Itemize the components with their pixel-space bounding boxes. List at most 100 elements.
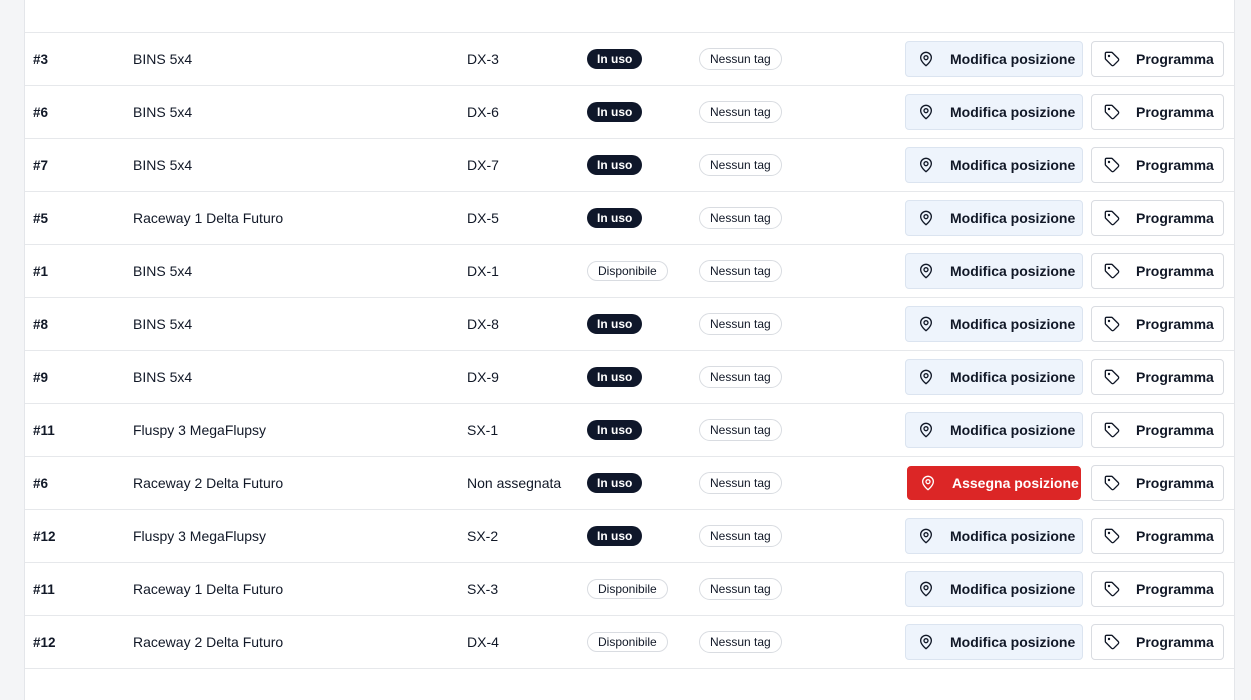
program-button[interactable]: Programma xyxy=(1091,253,1224,289)
program-button[interactable]: Programma xyxy=(1091,306,1224,342)
program-button[interactable]: Programma xyxy=(1091,412,1224,448)
map-pin-icon xyxy=(918,210,934,226)
position-button-label: Modifica posizione xyxy=(950,316,1076,332)
basket-number: #5 xyxy=(33,210,49,226)
program-button-label: Programma xyxy=(1136,316,1214,332)
basket-number: #9 xyxy=(33,369,49,385)
assign-position-button[interactable]: Assegna posizione xyxy=(907,466,1081,500)
program-button[interactable]: Programma xyxy=(1091,359,1224,395)
status-badge: In uso xyxy=(587,49,643,69)
program-button-label: Programma xyxy=(1136,51,1214,67)
position-button-label: Assegna posizione xyxy=(952,475,1079,491)
table-row: #11 Raceway 1 Delta Futuro SX-3 Disponib… xyxy=(25,563,1234,616)
basket-number: #6 xyxy=(33,475,49,491)
basket-number: #3 xyxy=(33,51,49,67)
status-badge: In uso xyxy=(587,473,643,493)
flupsy-name: BINS 5x4 xyxy=(133,263,193,279)
flupsy-name: Raceway 1 Delta Futuro xyxy=(133,581,284,597)
program-button[interactable]: Programma xyxy=(1091,465,1224,501)
position-button-label: Modifica posizione xyxy=(950,369,1076,385)
basket-number: #7 xyxy=(33,157,49,173)
table-row: #5 Raceway 1 Delta Futuro DX-5 In uso Ne… xyxy=(25,192,1234,245)
map-pin-icon xyxy=(918,263,934,279)
program-button[interactable]: Programma xyxy=(1091,200,1224,236)
basket-number: #11 xyxy=(33,422,55,438)
map-pin-icon xyxy=(920,475,936,491)
tag-badge: Nessun tag xyxy=(699,525,782,547)
program-button-label: Programma xyxy=(1136,104,1214,120)
map-pin-icon xyxy=(918,634,934,650)
position-button[interactable]: Modifica posizione xyxy=(905,518,1083,554)
position-button-label: Modifica posizione xyxy=(950,634,1076,650)
position-button[interactable]: Modifica posizione xyxy=(905,412,1083,448)
program-button-label: Programma xyxy=(1136,369,1214,385)
program-button[interactable]: Programma xyxy=(1091,94,1224,130)
map-pin-icon xyxy=(918,51,934,67)
table-row: #3 BINS 5x4 DX-3 In uso Nessun tag Modif… xyxy=(25,33,1234,86)
tag-icon xyxy=(1104,422,1120,438)
basket-position: DX-5 xyxy=(467,210,499,226)
position-button-label: Modifica posizione xyxy=(950,51,1076,67)
position-button[interactable]: Modifica posizione xyxy=(905,41,1083,77)
position-button-label: Modifica posizione xyxy=(950,422,1076,438)
flupsy-name: Raceway 1 Delta Futuro xyxy=(133,210,284,226)
program-button-label: Programma xyxy=(1136,157,1214,173)
tag-badge: Nessun tag xyxy=(699,101,782,123)
basket-number: #8 xyxy=(33,316,49,332)
tag-badge: Nessun tag xyxy=(699,472,782,494)
flupsy-name: BINS 5x4 xyxy=(133,51,193,67)
position-button[interactable]: Modifica posizione xyxy=(905,359,1083,395)
tag-badge: Nessun tag xyxy=(699,313,782,335)
basket-position: SX-1 xyxy=(467,422,499,438)
basket-position: DX-1 xyxy=(467,263,499,279)
basket-number: #11 xyxy=(33,581,55,597)
table-row: #9 BINS 5x4 DX-9 In uso Nessun tag Modif… xyxy=(25,351,1234,404)
status-badge: In uso xyxy=(587,314,643,334)
status-badge: In uso xyxy=(587,420,643,440)
tag-badge: Nessun tag xyxy=(699,48,782,70)
tag-badge: Nessun tag xyxy=(699,366,782,388)
position-button[interactable]: Modifica posizione xyxy=(905,253,1083,289)
program-button-label: Programma xyxy=(1136,475,1214,491)
map-pin-icon xyxy=(918,369,934,385)
position-button[interactable]: Modifica posizione xyxy=(905,306,1083,342)
program-button-label: Programma xyxy=(1136,422,1214,438)
position-button[interactable]: Modifica posizione xyxy=(905,147,1083,183)
program-button[interactable]: Programma xyxy=(1091,624,1224,660)
program-button[interactable]: Programma xyxy=(1091,147,1224,183)
tag-badge: Nessun tag xyxy=(699,419,782,441)
program-button[interactable]: Programma xyxy=(1091,518,1224,554)
program-button-label: Programma xyxy=(1136,263,1214,279)
flupsy-name: Raceway 2 Delta Futuro xyxy=(133,475,284,491)
table-row: #8 BINS 5x4 DX-8 In uso Nessun tag Modif… xyxy=(25,298,1234,351)
program-button-label: Programma xyxy=(1136,634,1214,650)
program-button[interactable]: Programma xyxy=(1091,41,1224,77)
map-pin-icon xyxy=(918,422,934,438)
program-button-label: Programma xyxy=(1136,210,1214,226)
table-row: #11 Fluspy 3 MegaFlupsy SX-1 In uso Ness… xyxy=(25,404,1234,457)
map-pin-icon xyxy=(918,316,934,332)
table-body: #3 BINS 5x4 DX-3 In uso Nessun tag Modif… xyxy=(25,0,1234,669)
map-pin-icon xyxy=(918,581,934,597)
position-button[interactable]: Modifica posizione xyxy=(905,94,1083,130)
position-button-label: Modifica posizione xyxy=(950,157,1076,173)
basket-position: DX-4 xyxy=(467,634,499,650)
basket-table: #3 BINS 5x4 DX-3 In uso Nessun tag Modif… xyxy=(24,0,1235,700)
status-badge: Disponibile xyxy=(587,579,668,599)
tag-icon xyxy=(1104,51,1120,67)
flupsy-name: BINS 5x4 xyxy=(133,316,193,332)
program-button[interactable]: Programma xyxy=(1091,571,1224,607)
basket-number: #6 xyxy=(33,104,49,120)
basket-position: Non assegnata xyxy=(467,475,562,491)
status-badge: In uso xyxy=(587,208,643,228)
map-pin-icon xyxy=(918,528,934,544)
position-button[interactable]: Modifica posizione xyxy=(905,571,1083,607)
status-badge: In uso xyxy=(587,102,643,122)
status-badge: Disponibile xyxy=(587,632,668,652)
position-button[interactable]: Modifica posizione xyxy=(905,624,1083,660)
tag-badge: Nessun tag xyxy=(699,207,782,229)
flupsy-name: Fluspy 3 MegaFlupsy xyxy=(133,528,267,544)
position-button[interactable]: Modifica posizione xyxy=(905,200,1083,236)
status-badge: In uso xyxy=(587,155,643,175)
tag-badge: Nessun tag xyxy=(699,578,782,600)
